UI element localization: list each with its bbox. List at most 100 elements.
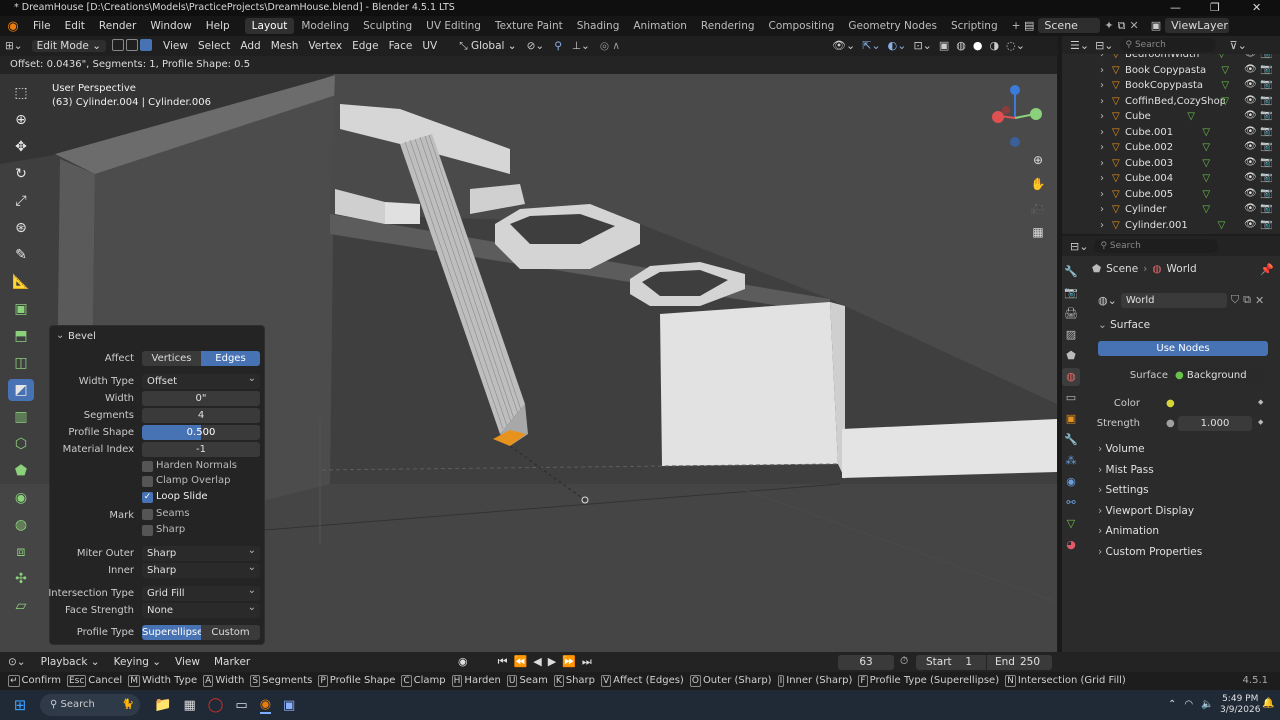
- visibility-eye-icon[interactable]: 👁: [1244, 126, 1257, 137]
- workspace-tab-shading[interactable]: Shading: [570, 18, 627, 34]
- render-camera-icon[interactable]: 📷: [1260, 110, 1272, 121]
- outliner-search-input[interactable]: ⚲ Search: [1119, 38, 1216, 52]
- pivot-icon[interactable]: ⊘⌄: [522, 40, 550, 52]
- collection-tab-icon[interactable]: ▭: [1062, 389, 1080, 407]
- blender-logo-icon[interactable]: ◉: [0, 19, 26, 34]
- transform-tool-icon[interactable]: ⊛: [8, 217, 34, 239]
- segments-field[interactable]: 4: [142, 408, 260, 423]
- expand-arrow-icon[interactable]: ›: [1100, 65, 1104, 76]
- menu-playback[interactable]: Playback ⌄: [34, 656, 107, 668]
- expand-arrow-icon[interactable]: ›: [1100, 111, 1104, 122]
- add-cube-tool-icon[interactable]: ▣: [8, 298, 34, 320]
- material-shading-icon[interactable]: ◑: [990, 39, 1000, 52]
- width-type-dropdown[interactable]: Offset: [142, 371, 260, 389]
- menu-edit[interactable]: Edit: [58, 20, 92, 32]
- menu-keying[interactable]: Keying ⌄: [107, 656, 168, 668]
- world-name-field[interactable]: World: [1120, 292, 1227, 308]
- workspace-tab-geometry-nodes[interactable]: Geometry Nodes: [841, 18, 944, 34]
- output-tab-icon[interactable]: 🖨: [1062, 305, 1080, 323]
- start-frame-field[interactable]: Start 1: [916, 655, 986, 670]
- outliner-item[interactable]: › ▽ Cube.005 ▽ 👁 📷: [1062, 188, 1280, 204]
- pin-icon[interactable]: ✦: [1104, 19, 1113, 32]
- expand-arrow-icon[interactable]: ›: [1100, 96, 1104, 107]
- constraints-tab-icon[interactable]: ⚯: [1062, 494, 1080, 512]
- breadcrumb-world[interactable]: World: [1167, 263, 1197, 275]
- minimize-button[interactable]: —: [1170, 0, 1181, 15]
- physics-tab-icon[interactable]: ◉: [1062, 473, 1080, 491]
- display-mode-icon[interactable]: ⊟⌄: [1095, 39, 1113, 52]
- gizmo-icon[interactable]: ⇱⌄: [862, 39, 880, 52]
- wifi-icon[interactable]: ◠: [1184, 699, 1193, 710]
- particles-tab-icon[interactable]: ⁂: [1062, 452, 1080, 470]
- expand-arrow-icon[interactable]: ›: [1100, 142, 1104, 153]
- visibility-eye-icon[interactable]: 👁: [1244, 141, 1257, 152]
- render-camera-icon[interactable]: 📷: [1260, 219, 1272, 230]
- move-tool-icon[interactable]: ✥: [8, 136, 34, 158]
- mesh-overlay-icon[interactable]: ⊡⌄: [913, 39, 931, 52]
- vertex-select-icon[interactable]: [112, 38, 125, 51]
- miter-outer-dropdown[interactable]: Sharp: [142, 543, 260, 561]
- visibility-eye-icon[interactable]: 👁: [1244, 188, 1257, 199]
- visibility-icon[interactable]: 👁⌄: [832, 39, 855, 52]
- unlink-world-icon[interactable]: ✕: [1255, 294, 1264, 307]
- workspace-tab-uv-editing[interactable]: UV Editing: [419, 18, 488, 34]
- render-camera-icon[interactable]: 📷: [1260, 95, 1272, 106]
- jump-keyframe-back-icon[interactable]: ⏪: [514, 655, 528, 669]
- shear-tool-icon[interactable]: ▱: [8, 595, 34, 617]
- menu-add[interactable]: Add: [235, 40, 265, 52]
- render-camera-icon[interactable]: 📷: [1260, 188, 1272, 199]
- render-camera-icon[interactable]: 📷: [1260, 172, 1272, 183]
- visibility-eye-icon[interactable]: 👁: [1244, 54, 1257, 59]
- menu-marker[interactable]: Marker: [207, 656, 257, 668]
- outliner-item[interactable]: ›▽CoffinBed,CozyShopDes▽👁📷: [1062, 95, 1280, 111]
- volume-icon[interactable]: 🔈: [1201, 699, 1213, 710]
- visibility-eye-icon[interactable]: 👁: [1244, 203, 1257, 214]
- menu-mesh[interactable]: Mesh: [266, 40, 304, 52]
- workspace-tab-animation[interactable]: Animation: [626, 18, 694, 34]
- timeline-editor-icon[interactable]: ⊙⌄: [0, 656, 34, 668]
- section-viewport-display[interactable]: › Viewport Display: [1098, 502, 1276, 520]
- visibility-eye-icon[interactable]: 👁: [1244, 157, 1257, 168]
- rotate-tool-icon[interactable]: ↻: [8, 163, 34, 185]
- fake-user-icon[interactable]: ⛉: [1231, 293, 1239, 307]
- modifier-tab-icon[interactable]: 🔧: [1062, 431, 1080, 449]
- render-tab-icon[interactable]: 📷: [1062, 284, 1080, 302]
- menu-edge[interactable]: Edge: [347, 40, 383, 52]
- snap-icon[interactable]: ⚲: [549, 40, 567, 52]
- extrude-tool-icon[interactable]: ⬒: [8, 325, 34, 347]
- outliner-item[interactable]: › ▽ Cylinder.001 ▽ 👁 📷: [1062, 219, 1280, 235]
- affect-edges-button[interactable]: Edges: [201, 351, 260, 366]
- bevel-tool-icon[interactable]: ◩: [8, 379, 34, 401]
- menu-help[interactable]: Help: [199, 20, 237, 32]
- render-camera-icon[interactable]: 📷: [1260, 64, 1272, 75]
- scene-tab-icon[interactable]: ⬟: [1062, 347, 1080, 365]
- expand-arrow-icon[interactable]: ›: [1100, 204, 1104, 215]
- mark-sharp-checkbox[interactable]: [142, 525, 153, 536]
- outliner-item[interactable]: › ▽ BedroomWidth ▽ 👁📷: [1062, 54, 1280, 64]
- blender-taskbar-icon[interactable]: ◉: [259, 697, 272, 714]
- visibility-eye-icon[interactable]: 👁: [1244, 219, 1257, 230]
- orientation-selector[interactable]: ⤡ Global ⌄: [454, 40, 521, 53]
- world-datablock-icon[interactable]: ◍⌄: [1098, 294, 1117, 307]
- expand-arrow-icon[interactable]: ›: [1100, 189, 1104, 200]
- poly-build-tool-icon[interactable]: ⬟: [8, 460, 34, 482]
- notification-icon[interactable]: 🔔: [1262, 698, 1274, 709]
- breadcrumb-scene[interactable]: Scene: [1106, 263, 1138, 275]
- store-icon[interactable]: ▦: [183, 698, 195, 713]
- section-settings[interactable]: › Settings: [1098, 481, 1276, 499]
- play-reverse-icon[interactable]: ◀: [533, 655, 541, 669]
- color-keyframe-icon[interactable]: ◆: [1258, 398, 1263, 406]
- outliner-item[interactable]: › ▽ Cube.004 ▽ 👁 📷: [1062, 172, 1280, 188]
- edge-slide-tool-icon[interactable]: ⧈: [8, 541, 34, 563]
- miter-inner-dropdown[interactable]: Sharp: [142, 560, 260, 578]
- outliner-item[interactable]: › ▽ Cube ▽ 👁 📷: [1062, 110, 1280, 126]
- opera-icon[interactable]: ◯: [208, 697, 224, 713]
- pin-panel-icon[interactable]: 📌: [1260, 263, 1274, 276]
- workspace-tab-sculpting[interactable]: Sculpting: [356, 18, 419, 34]
- scale-tool-icon[interactable]: ⤢: [8, 190, 34, 212]
- face-strength-dropdown[interactable]: None: [142, 600, 260, 618]
- tray-overflow-icon[interactable]: ⌃: [1168, 699, 1176, 710]
- workspace-tab-layout[interactable]: Layout: [244, 18, 295, 34]
- affect-vertices-button[interactable]: Vertices: [142, 351, 201, 366]
- expand-arrow-icon[interactable]: ›: [1100, 127, 1104, 138]
